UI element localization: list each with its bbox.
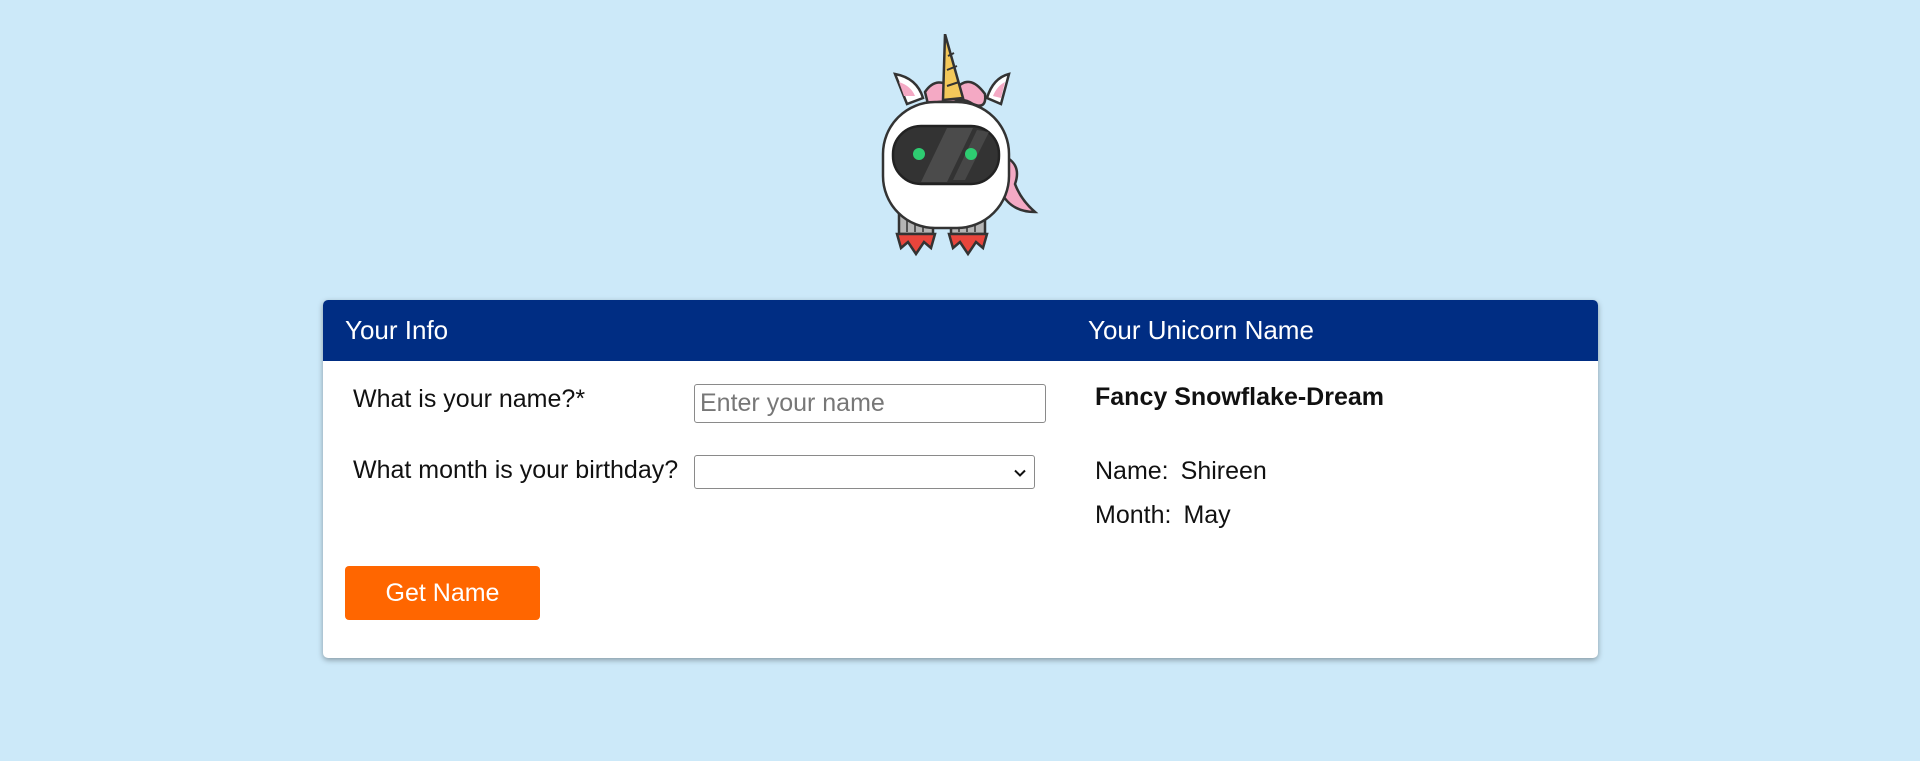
get-name-button[interactable]: Get Name: [345, 566, 540, 620]
result-month-key: Month:: [1095, 501, 1172, 529]
result-name-key: Name:: [1095, 457, 1169, 485]
unicorn-name-title: Your Unicorn Name: [1088, 315, 1314, 345]
birthday-month-select[interactable]: [694, 455, 1035, 489]
result-name-value: Shireen: [1180, 457, 1267, 485]
unicorn-robot-icon: [877, 33, 1043, 264]
result-name-row: Name: Shireen: [1095, 457, 1267, 486]
result-month-row: Month: May: [1095, 501, 1231, 530]
result-month-value: May: [1183, 501, 1231, 529]
name-label: What is your name?*: [353, 385, 586, 413]
chevron-down-icon: [1014, 469, 1026, 477]
unicorn-name-card: Your Info Your Unicorn Name What is your…: [323, 300, 1598, 658]
birthday-month-label: What month is your birthday?: [353, 456, 679, 484]
name-input[interactable]: [694, 384, 1046, 423]
card-header: Your Info Your Unicorn Name: [323, 300, 1598, 361]
unicorn-name-result: Fancy Snowflake-Dream: [1095, 383, 1384, 411]
your-info-title: Your Info: [345, 315, 449, 345]
